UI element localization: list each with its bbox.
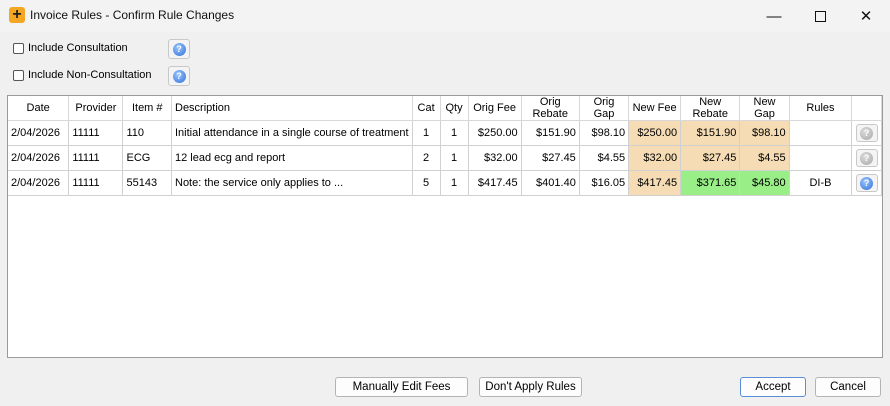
col-header-orig-gap[interactable]: Orig Gap (579, 96, 630, 121)
non-consultation-help-button[interactable]: ? (168, 66, 190, 86)
cell-orig-fee: $417.45 (468, 170, 522, 196)
cell-orig-rebate: $151.90 (521, 120, 580, 146)
table-row[interactable]: 2/04/2026 11111 55143 Note: the service … (8, 170, 882, 196)
table-row[interactable]: 2/04/2026 11111 ECG 12 lead ecg and repo… (8, 145, 882, 171)
include-non-consultation-label: Include Non-Consultation (28, 69, 152, 81)
cell-item: ECG (122, 145, 172, 171)
cell-new-gap: $98.10 (739, 120, 790, 146)
dont-apply-rules-button[interactable]: Don't Apply Rules (479, 377, 582, 397)
cell-description: Initial attendance in a single course of… (171, 120, 413, 146)
include-consultation-label: Include Consultation (28, 42, 128, 54)
cell-orig-rebate: $401.40 (521, 170, 580, 196)
cell-provider: 11111 (68, 120, 124, 146)
cell-new-fee: $32.00 (628, 145, 682, 171)
cell-provider: 11111 (68, 170, 124, 196)
col-header-orig-fee[interactable]: Orig Fee (468, 96, 522, 121)
cancel-button[interactable]: Cancel (815, 377, 881, 397)
col-header-qty[interactable]: Qty (440, 96, 469, 121)
col-header-date[interactable]: Date (8, 96, 70, 121)
col-header-help (851, 96, 882, 121)
cell-new-rebate: $27.45 (680, 145, 741, 171)
help-icon: ? (172, 69, 186, 83)
cell-rules: DI-B (789, 170, 853, 196)
help-icon: ? (860, 176, 874, 190)
col-header-new-gap[interactable]: New Gap (739, 96, 790, 121)
cell-qty: 1 (440, 170, 469, 196)
cell-new-gap: $45.80 (739, 170, 790, 196)
cell-orig-gap: $4.55 (579, 145, 630, 171)
cell-cat: 1 (412, 120, 441, 146)
cell-cat: 2 (412, 145, 441, 171)
maximize-icon (814, 10, 826, 22)
cell-new-fee: $417.45 (628, 170, 682, 196)
row-help-button[interactable]: ? (855, 124, 878, 142)
col-header-new-fee[interactable]: New Fee (628, 96, 682, 121)
rules-table: Date Provider Item # Description Cat Qty… (8, 96, 882, 196)
cell-item: 55143 (122, 170, 172, 196)
cell-help: ? (851, 145, 882, 171)
title-bar: + Invoice Rules - Confirm Rule Changes —… (0, 0, 890, 32)
cell-help: ? (851, 120, 882, 146)
include-non-consultation-checkbox[interactable] (13, 69, 24, 81)
cell-item: 110 (122, 120, 172, 146)
col-header-item[interactable]: Item # (122, 96, 172, 121)
help-icon: ? (860, 151, 874, 165)
col-header-rules[interactable]: Rules (789, 96, 853, 121)
cell-new-gap: $4.55 (739, 145, 790, 171)
cell-date: 2/04/2026 (8, 120, 70, 146)
col-header-orig-rebate[interactable]: Orig Rebate (521, 96, 580, 121)
cell-new-rebate: $151.90 (680, 120, 741, 146)
cell-orig-gap: $98.10 (579, 120, 630, 146)
cell-provider: 11111 (68, 145, 124, 171)
row-help-button[interactable]: ? (855, 174, 878, 192)
table-header-row: Date Provider Item # Description Cat Qty… (8, 96, 882, 121)
cell-cat: 5 (412, 170, 441, 196)
row-help-button[interactable]: ? (855, 149, 878, 167)
cell-orig-rebate: $27.45 (521, 145, 580, 171)
cell-description: Note: the service only applies to ... (171, 170, 413, 196)
cell-orig-fee: $250.00 (468, 120, 522, 146)
cell-qty: 1 (440, 145, 469, 171)
cell-date: 2/04/2026 (8, 170, 70, 196)
col-header-new-rebate[interactable]: New Rebate (680, 96, 741, 121)
cell-orig-gap: $16.05 (579, 170, 630, 196)
consultation-help-button[interactable]: ? (168, 39, 190, 59)
cell-new-rebate: $371.65 (680, 170, 741, 196)
manually-edit-fees-button[interactable]: Manually Edit Fees (335, 377, 468, 397)
app-icon: + (9, 7, 25, 23)
maximize-button[interactable] (798, 0, 842, 32)
rules-grid[interactable]: Date Provider Item # Description Cat Qty… (7, 95, 883, 358)
cell-rules (789, 120, 853, 146)
minimize-button[interactable]: — (752, 0, 796, 32)
col-header-provider[interactable]: Provider (68, 96, 124, 121)
include-consultation-checkbox[interactable] (13, 42, 24, 54)
cell-help: ? (851, 170, 882, 196)
cell-orig-fee: $32.00 (468, 145, 522, 171)
include-consultation-option[interactable]: Include Consultation (13, 42, 128, 54)
cell-description: 12 lead ecg and report (171, 145, 413, 171)
close-button[interactable]: ✕ (844, 0, 888, 32)
help-icon: ? (860, 126, 874, 140)
cell-date: 2/04/2026 (8, 145, 70, 171)
help-icon: ? (172, 42, 186, 56)
cell-new-fee: $250.00 (628, 120, 682, 146)
cell-qty: 1 (440, 120, 469, 146)
accept-button[interactable]: Accept (740, 377, 806, 397)
window-title: Invoice Rules - Confirm Rule Changes (30, 8, 235, 22)
include-non-consultation-option[interactable]: Include Non-Consultation (13, 69, 152, 81)
col-header-cat[interactable]: Cat (412, 96, 441, 121)
cell-rules (789, 145, 853, 171)
col-header-description[interactable]: Description (171, 96, 413, 121)
table-row[interactable]: 2/04/2026 11111 110 Initial attendance i… (8, 120, 882, 146)
